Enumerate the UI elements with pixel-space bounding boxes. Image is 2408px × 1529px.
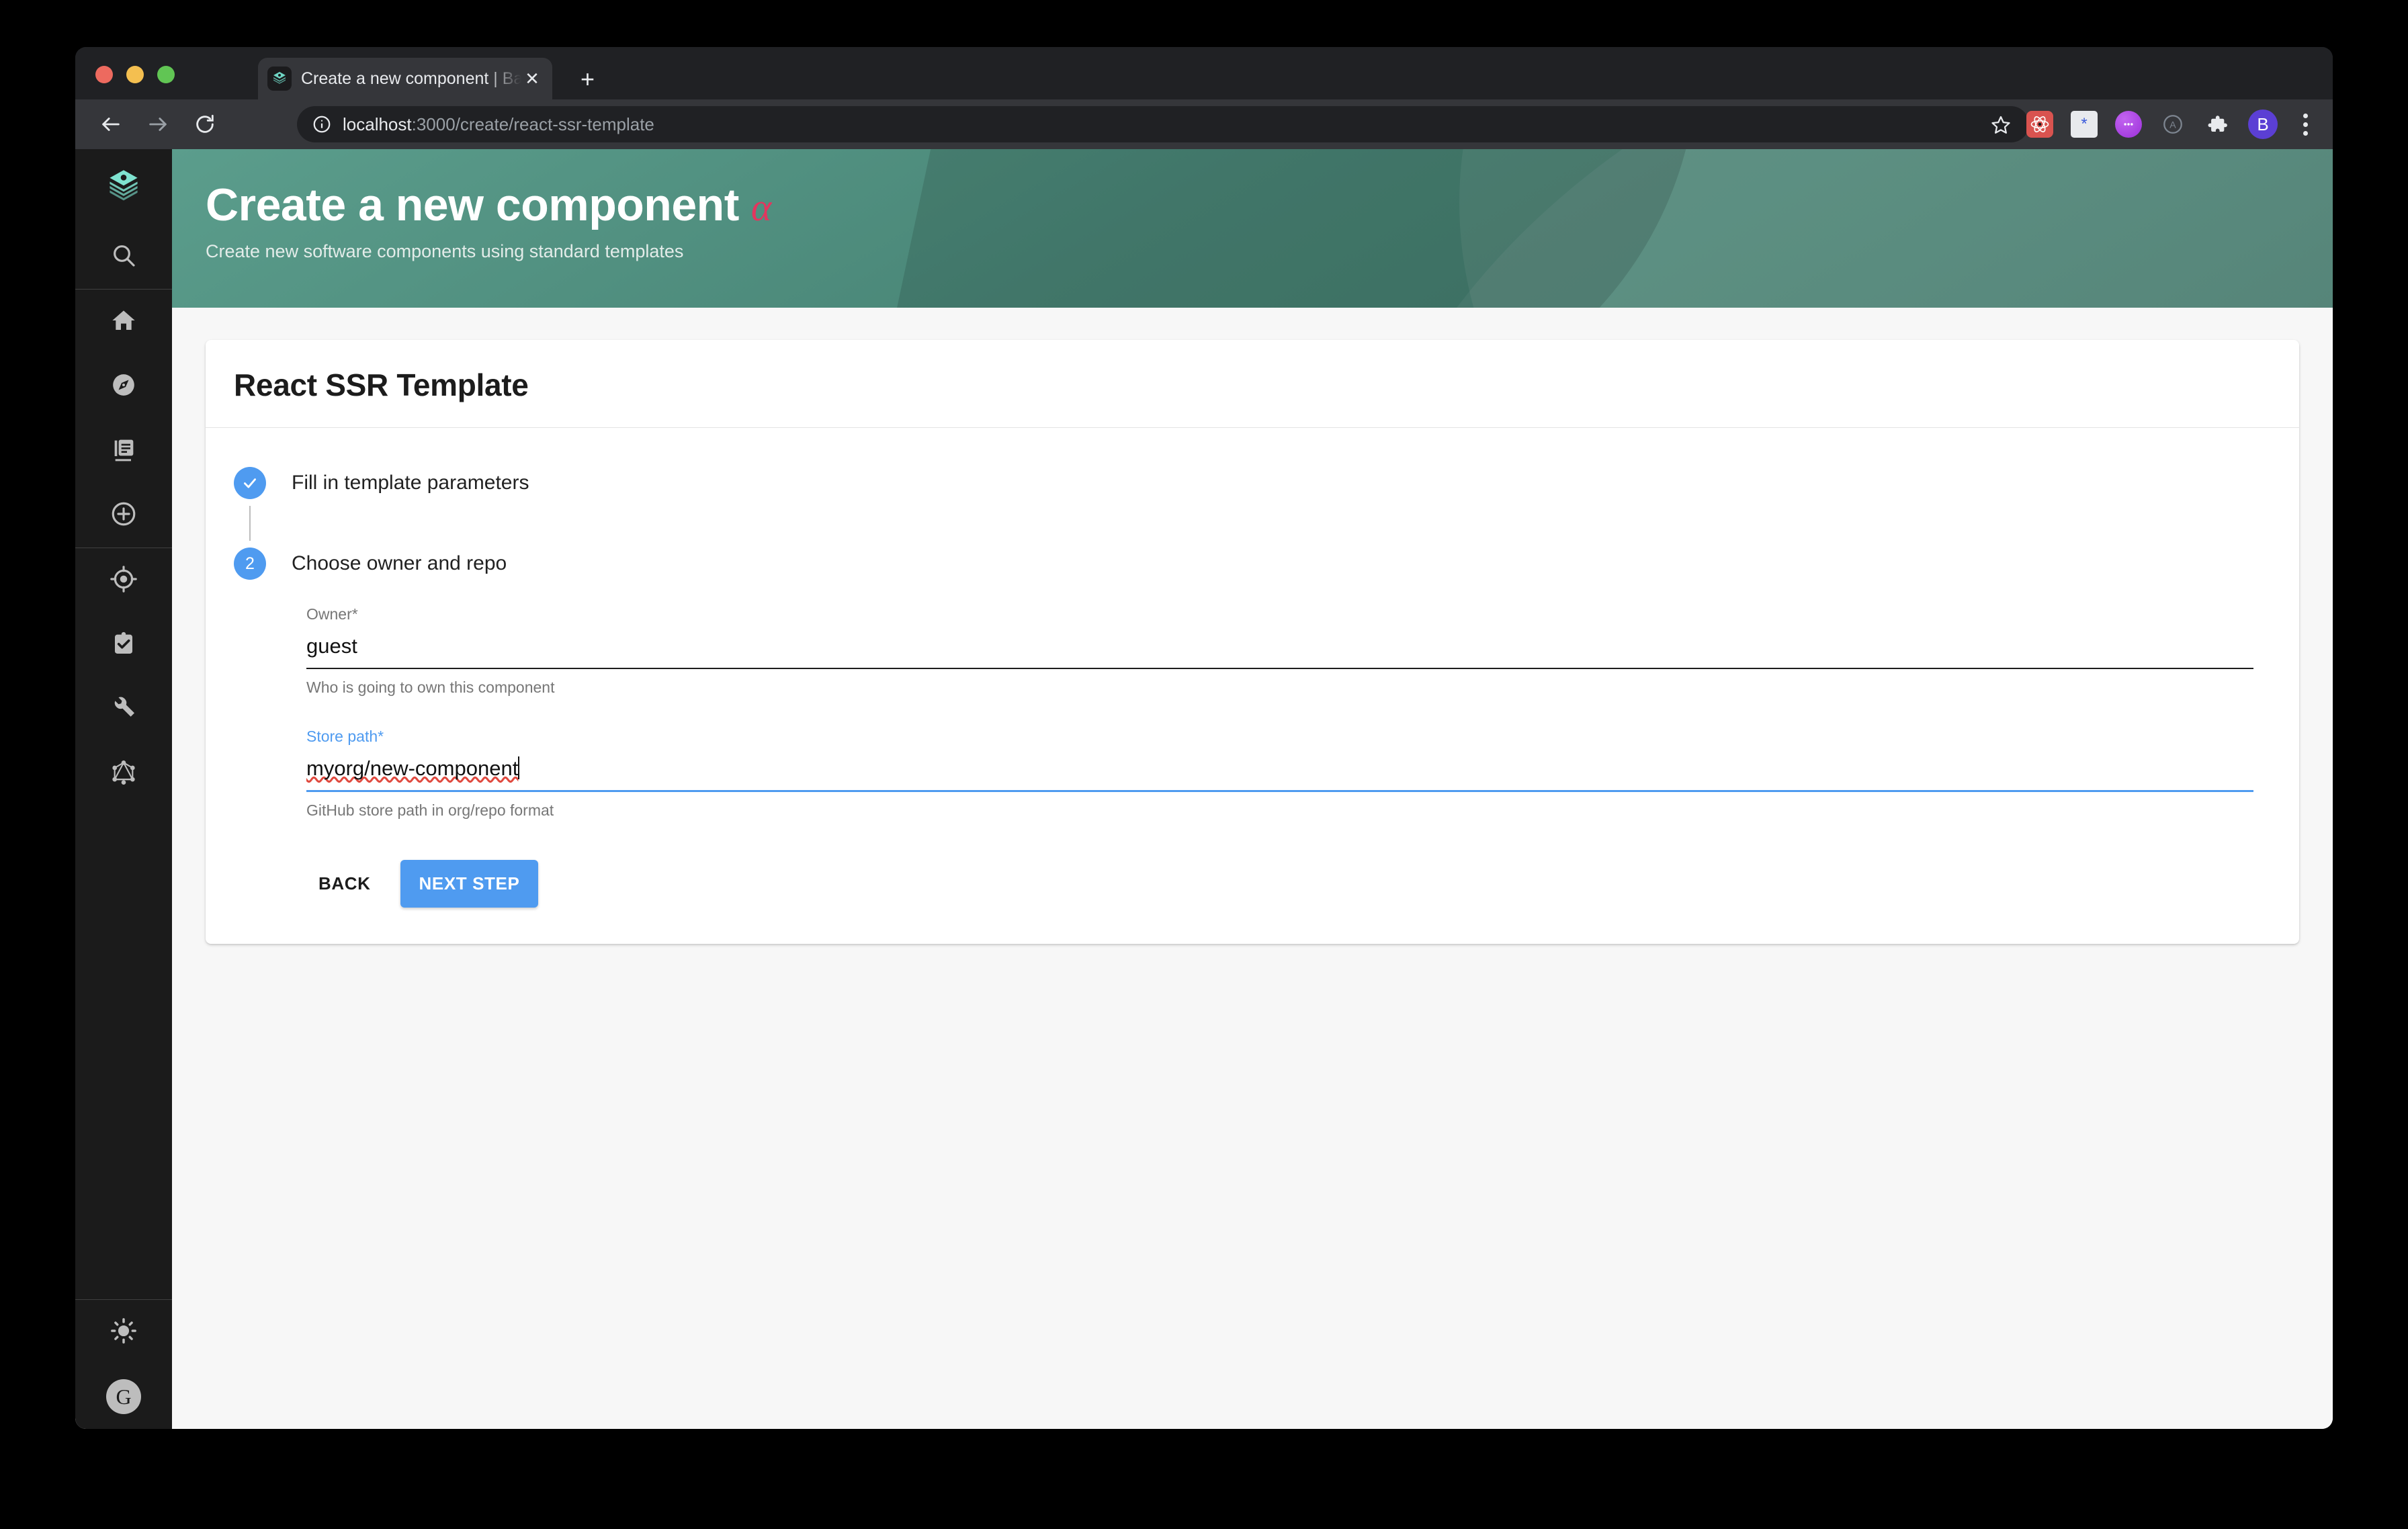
template-card: React SSR Template Fill in template para… (206, 340, 2299, 944)
sidebar-item-explore[interactable] (75, 354, 172, 419)
home-icon (110, 307, 137, 337)
extensions-puzzle-icon[interactable] (2204, 111, 2231, 138)
window-traffic-lights (95, 66, 175, 83)
backstage-logo-icon (267, 67, 292, 91)
wrench-icon (110, 695, 137, 725)
maximize-window-button[interactable] (157, 66, 175, 83)
browser-tab-title: Create a new component | Bac (301, 69, 521, 88)
minimize-window-button[interactable] (126, 66, 144, 83)
sidebar-item-graphiql[interactable] (75, 742, 172, 806)
star-icon[interactable] (1990, 114, 2012, 139)
arrow-left-icon[interactable] (90, 103, 132, 145)
sidebar-item-theme-toggle[interactable] (75, 1300, 172, 1364)
store-path-input-value: myorg/new-component (306, 756, 519, 780)
sidebar-top-group (75, 149, 172, 289)
compass-icon (110, 372, 137, 402)
app-sidebar: G (75, 149, 172, 1429)
page-viewport: G Create a new component α Create new so… (75, 149, 2333, 1429)
sidebar-item-create[interactable] (75, 483, 172, 548)
step-number-badge: 2 (234, 548, 266, 580)
sidebar-item-lighthouse[interactable] (75, 613, 172, 677)
back-button[interactable]: BACK (300, 860, 390, 908)
browser-tab[interactable]: Create a new component | Bac ✕ (258, 58, 552, 99)
plus-icon[interactable]: + (580, 67, 595, 91)
clipboard-check-icon (110, 630, 137, 660)
reload-icon[interactable] (184, 103, 226, 145)
card-title: React SSR Template (234, 367, 529, 402)
field-label-owner: Owner* (306, 605, 358, 623)
page-subtitle: Create new software components using sta… (206, 241, 684, 262)
stepper-step-completed[interactable]: Fill in template parameters (206, 467, 2299, 499)
sidebar-item-tools[interactable] (75, 677, 172, 742)
sidebar-bottom-group: G (75, 1300, 172, 1429)
graphql-icon (110, 758, 138, 790)
text-caret (518, 756, 520, 779)
store-path-input[interactable]: myorg/new-component (306, 756, 2253, 792)
browser-toolbar: localhost:3000/create/react-ssr-template… (75, 99, 2333, 149)
form-button-row: BACK NEXT STEP (206, 850, 2299, 908)
library-books-icon (110, 436, 137, 466)
backstage-logo-icon (106, 168, 141, 206)
target-icon (110, 565, 138, 597)
next-step-button[interactable]: NEXT STEP (400, 860, 539, 908)
browser-tab-bar: Create a new component | Bac ✕ + (75, 47, 2333, 99)
step-check-icon (234, 467, 266, 499)
toolbar-extension-icons: * A B (2026, 99, 2315, 149)
header-text-block: Create a new component α Create new soft… (172, 149, 2333, 262)
purple-assistant-icon[interactable] (2115, 111, 2142, 138)
avatar: G (106, 1379, 141, 1414)
stepper-connector (249, 506, 251, 541)
address-bar[interactable]: localhost:3000/create/react-ssr-template (297, 106, 2029, 142)
info-circle-icon[interactable] (312, 114, 332, 134)
field-help-owner: Who is going to own this component (306, 679, 555, 696)
sidebar-plugins-group (75, 548, 172, 806)
card-wrapper: React SSR Template Fill in template para… (172, 308, 2333, 944)
card-body: Fill in template parameters 2 Choose own… (206, 428, 2299, 944)
page-content: Create a new component α Create new soft… (172, 149, 2333, 1429)
search-icon (110, 242, 137, 272)
stepper-step-label: Choose owner and repo (292, 552, 507, 574)
page-header-banner: Create a new component α Create new soft… (172, 149, 2333, 308)
field-owner: Owner* guest Who is going to own this co… (306, 605, 2299, 697)
close-window-button[interactable] (95, 66, 113, 83)
sidebar-logo[interactable] (75, 149, 172, 224)
field-label-store-path: Store path* (306, 728, 384, 745)
react-devtools-icon[interactable] (2026, 111, 2053, 138)
browser-window: Create a new component | Bac ✕ + localho… (75, 47, 2333, 1429)
sidebar-item-user[interactable]: G (75, 1364, 172, 1429)
close-icon[interactable]: ✕ (521, 70, 543, 87)
address-bar-host: localhost (343, 114, 412, 134)
svg-text:A: A (2169, 120, 2176, 131)
form-area: Owner* guest Who is going to own this co… (206, 580, 2299, 820)
field-help-store-path: GitHub store path in org/repo format (306, 801, 554, 819)
sidebar-item-docs[interactable] (75, 419, 172, 483)
owner-input[interactable]: guest (306, 634, 2253, 669)
alpha-badge: α (750, 185, 771, 229)
sidebar-item-tech-radar[interactable] (75, 548, 172, 613)
address-bar-url: localhost:3000/create/react-ssr-template (343, 114, 654, 135)
kebab-menu-icon[interactable] (2295, 113, 2315, 136)
stepper-step-label: Fill in template parameters (292, 472, 529, 494)
plus-circle-icon (110, 500, 138, 531)
sidebar-main-group (75, 290, 172, 548)
password-manager-icon[interactable]: * (2071, 111, 2098, 138)
address-bar-path: :3000/create/react-ssr-template (411, 114, 654, 134)
profile-avatar[interactable]: B (2248, 110, 2278, 139)
field-store-path: Store path* myorg/new-component GitHub s… (306, 728, 2299, 820)
sidebar-item-search[interactable] (75, 224, 172, 289)
page-title-text: Create a new component (206, 179, 739, 230)
arrow-right-icon[interactable] (137, 103, 179, 145)
owner-input-value: guest (306, 634, 357, 658)
sidebar-item-home[interactable] (75, 290, 172, 354)
stepper-step-active[interactable]: 2 Choose owner and repo (206, 548, 2299, 580)
adblock-icon[interactable]: A (2159, 111, 2186, 138)
page-title: Create a new component α (206, 181, 2333, 229)
card-header: React SSR Template (206, 340, 2299, 428)
sun-icon (110, 1317, 138, 1348)
